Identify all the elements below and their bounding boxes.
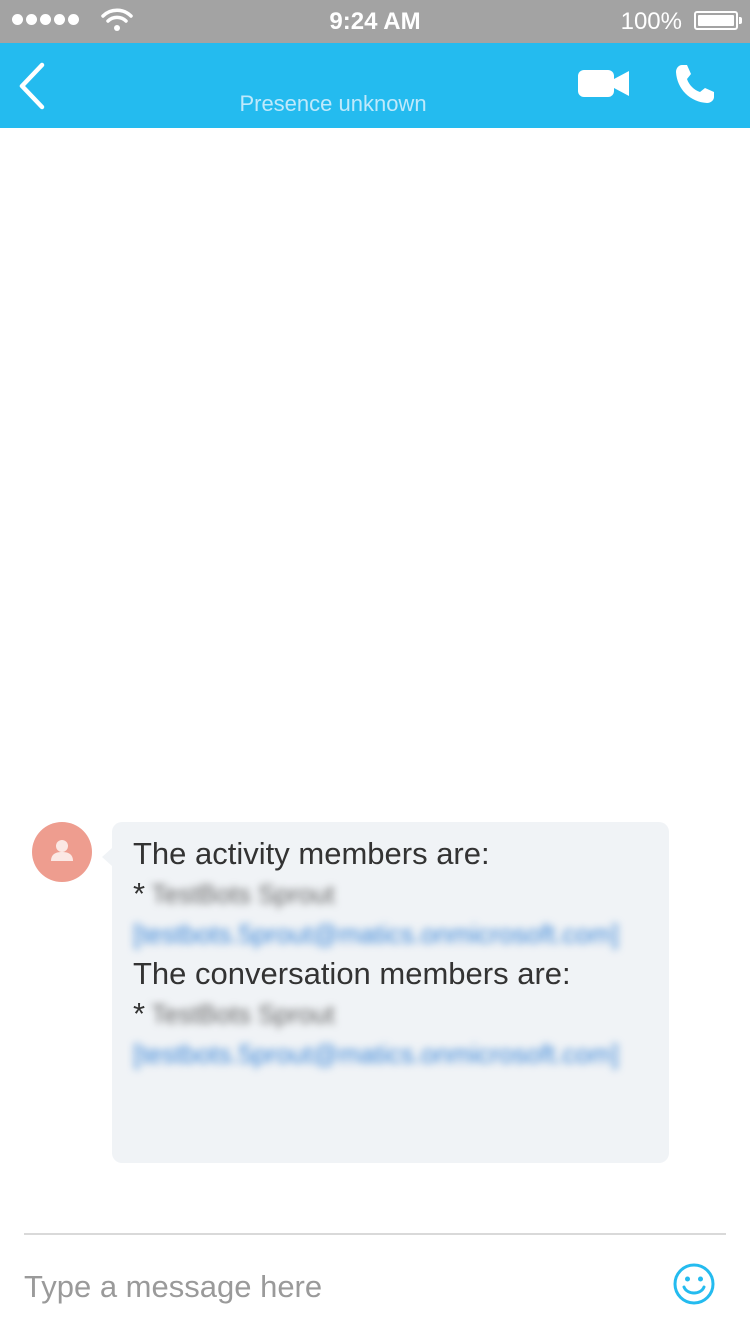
compose-divider — [24, 1233, 726, 1235]
message-bubble[interactable]: The activity members are: * TestBots Spr… — [102, 822, 669, 1163]
bullet: * — [133, 996, 146, 1031]
member-email-link-redacted[interactable]: [testbots.5prout@matics.onmicrosoft.com] — [133, 1034, 643, 1074]
avatar[interactable] — [32, 822, 92, 882]
member-name-redacted: TestBots Sprout — [151, 999, 335, 1029]
battery-percent: 100% — [620, 8, 682, 35]
bullet: * — [133, 876, 146, 911]
battery-icon — [694, 11, 742, 30]
video-camera-icon[interactable] — [574, 63, 634, 103]
conversation-header: Presence unknown — [0, 43, 750, 128]
smiley-icon[interactable] — [672, 1262, 716, 1306]
status-bar: 9:24 AM 100% — [0, 0, 750, 43]
conversation-members-heading: The conversation members are: — [133, 956, 571, 991]
activity-members-heading: The activity members are: — [133, 836, 490, 871]
message-input[interactable] — [24, 1262, 644, 1312]
phone-icon[interactable] — [670, 59, 720, 109]
person-icon — [51, 840, 73, 861]
member-name-redacted: TestBots Sprout — [151, 879, 335, 909]
presence-status: Presence unknown — [239, 91, 427, 116]
member-email-link-redacted[interactable]: [testbots.5prout@matics.onmicrosoft.com] — [133, 914, 643, 954]
list-item: * TestBots Sprout — [133, 874, 649, 914]
list-item: * TestBots Sprout — [133, 994, 649, 1034]
